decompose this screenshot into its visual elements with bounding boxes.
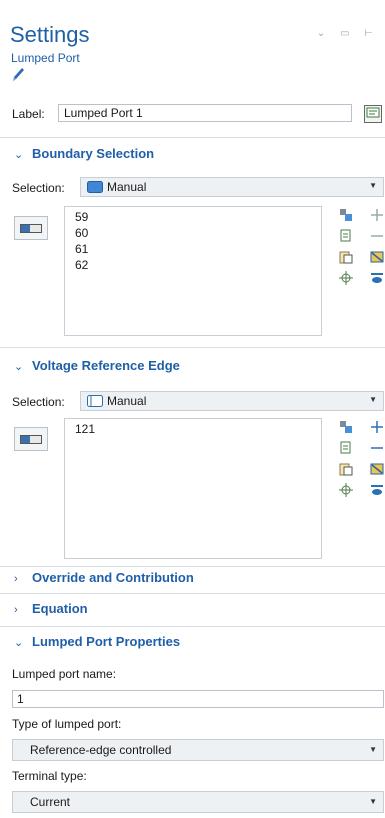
divider [0, 626, 385, 627]
list-item[interactable]: 61 [75, 241, 311, 257]
terminal-type-dropdown[interactable]: Current ▼ [12, 791, 384, 813]
divider [0, 593, 385, 594]
chevron-down-icon: ▼ [369, 745, 377, 754]
node-type-subtitle: Lumped Port [11, 51, 80, 65]
divider [0, 347, 385, 348]
lumped-port-name-input[interactable]: 1 [12, 690, 384, 708]
paste-icon[interactable] [339, 462, 353, 476]
zoom-to-selection-icon[interactable] [339, 271, 353, 285]
boundary-icon [87, 181, 103, 193]
divider [0, 566, 385, 567]
chevron-down-icon: ⌄ [14, 361, 24, 373]
label-input[interactable]: Lumped Port 1 [58, 104, 352, 122]
lumped-port-type-dropdown[interactable]: Reference-edge controlled ▼ [12, 739, 384, 761]
selection-label: Selection: [12, 181, 65, 195]
chevron-right-icon: › [14, 573, 18, 585]
chevron-down-icon: ⌄ [14, 149, 24, 161]
comment-icon[interactable] [363, 104, 383, 124]
plus-icon[interactable] [370, 420, 384, 434]
clear-selection-icon[interactable] [370, 462, 384, 476]
section-voltage-reference-edge[interactable]: ⌄ Voltage Reference Edge [14, 358, 180, 373]
edge-icon [87, 395, 103, 407]
lumped-port-name-label: Lumped port name: [12, 667, 117, 681]
window-controls[interactable]: ⌄ ▭ ⊢ [317, 28, 379, 39]
show-selection-icon[interactable] [370, 483, 384, 497]
terminal-type-label: Terminal type: [12, 769, 87, 783]
list-item[interactable]: 121 [75, 421, 311, 437]
zoom-to-selection-icon[interactable] [339, 483, 353, 497]
activate-selection-toggle[interactable] [14, 427, 48, 451]
paste-icon[interactable] [339, 250, 353, 264]
list-item[interactable]: 60 [75, 225, 311, 241]
list-item[interactable]: 59 [75, 209, 311, 225]
chevron-right-icon: › [14, 604, 18, 616]
boundary-selection-list[interactable]: 59 60 61 62 [64, 206, 322, 336]
lumped-port-type-label: Type of lumped port: [12, 717, 122, 731]
chevron-down-icon: ⌄ [14, 637, 24, 649]
add-to-selection-icon[interactable] [339, 208, 353, 222]
boundary-selection-dropdown[interactable]: Manual ▼ [80, 177, 384, 197]
clear-selection-icon[interactable] [370, 250, 384, 264]
plus-icon[interactable] [370, 208, 384, 222]
edge-selection-dropdown[interactable]: Manual ▼ [80, 391, 384, 411]
pencil-icon [13, 68, 24, 81]
section-boundary-selection[interactable]: ⌄ Boundary Selection [14, 146, 154, 161]
chevron-down-icon: ▼ [369, 181, 377, 190]
chevron-down-icon: ▼ [369, 797, 377, 806]
copy-icon[interactable] [339, 441, 353, 455]
minus-icon[interactable] [370, 229, 384, 243]
show-selection-icon[interactable] [370, 271, 384, 285]
page-title: Settings [10, 22, 90, 47]
section-equation[interactable]: › Equation [14, 601, 88, 616]
list-item[interactable]: 62 [75, 257, 311, 273]
selection-label: Selection: [12, 395, 65, 409]
section-lumped-port-properties[interactable]: ⌄ Lumped Port Properties [14, 634, 180, 649]
add-to-selection-icon[interactable] [339, 420, 353, 434]
copy-icon[interactable] [339, 229, 353, 243]
chevron-down-icon: ▼ [369, 395, 377, 404]
minus-icon[interactable] [370, 441, 384, 455]
label-caption: Label: [12, 107, 45, 121]
divider [0, 137, 385, 138]
activate-selection-toggle[interactable] [14, 216, 48, 240]
section-override-and-contribution[interactable]: › Override and Contribution [14, 570, 194, 585]
edge-selection-list[interactable]: 121 [64, 418, 322, 559]
